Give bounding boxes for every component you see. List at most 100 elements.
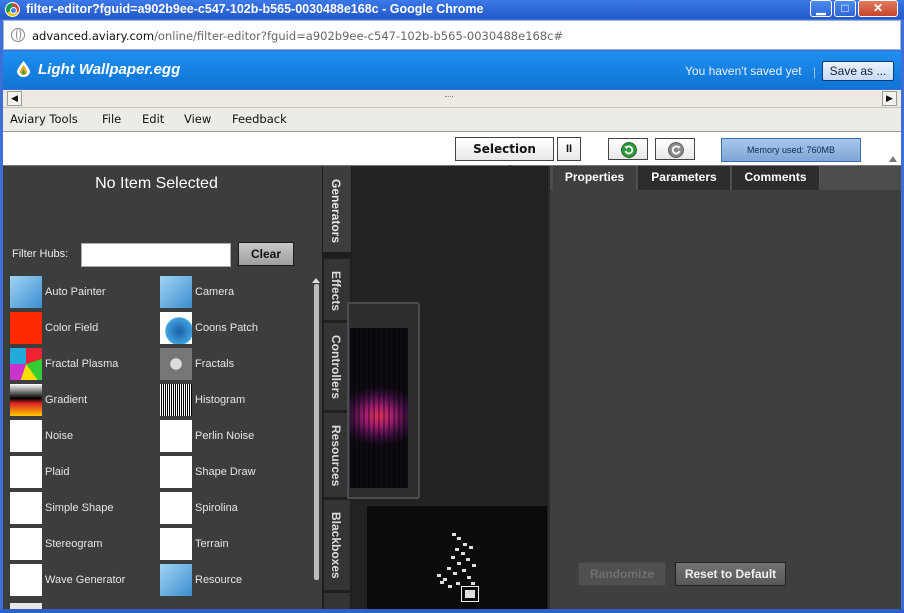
hub-library-panel: No Item Selected Filter Hubs: Clear Auto…: [3, 166, 322, 609]
resource-icon: [160, 564, 192, 596]
reset-to-default-button[interactable]: Reset to Default: [675, 562, 786, 586]
hub-label: Resource: [195, 574, 243, 586]
tab-generators-label: Generators: [329, 179, 343, 244]
hub-item[interactable]: Histogram: [160, 384, 310, 418]
hub-label: Plaid: [45, 466, 70, 478]
properties-tabs: Properties Parameters Comments: [550, 166, 901, 190]
maximize-button[interactable]: □: [834, 0, 856, 17]
color-field-icon: [10, 312, 42, 344]
minimize-button[interactable]: ▁: [810, 0, 832, 17]
tab-effects-label: Effects: [329, 271, 343, 312]
hub-label: Shape Draw: [195, 466, 256, 478]
hub-list-scrollbar[interactable]: [314, 284, 319, 580]
properties-panel: Properties Parameters Comments Randomize…: [548, 166, 901, 609]
hub-label: Fractals: [195, 358, 235, 370]
header-separator: |: [813, 65, 817, 79]
hub-item[interactable]: Noise: [10, 420, 160, 454]
viewport-frame[interactable]: [461, 586, 479, 602]
file-name: Light Wallpaper.egg: [38, 61, 181, 78]
hub-label: Gradient: [45, 394, 88, 406]
node-canvas[interactable]: [347, 166, 547, 609]
randomize-button[interactable]: Randomize: [578, 562, 666, 586]
scroll-left-icon[interactable]: ◀: [7, 91, 22, 106]
hub-item[interactable]: Shape Draw: [160, 456, 310, 490]
tab-generators[interactable]: Generators: [323, 166, 351, 252]
memory-usage-indicator: Memory used: 760MB: [721, 138, 861, 162]
hub-item[interactable]: Perlin Noise: [160, 420, 310, 454]
scroll-right-icon[interactable]: ▶: [882, 91, 897, 106]
app-header: Light Wallpaper.egg You haven't saved ye…: [3, 51, 901, 89]
green-refresh-icon: [621, 142, 637, 158]
selection-heading: No Item Selected: [95, 175, 218, 192]
hub-label: Coons Patch: [195, 322, 258, 334]
hub-label: Simple Shape: [45, 502, 114, 514]
scroll-up-icon[interactable]: [312, 278, 320, 283]
tab-blackboxes[interactable]: Blackboxes: [323, 499, 351, 591]
hub-label: Perlin Noise: [195, 430, 255, 442]
pause-button[interactable]: II: [557, 137, 581, 161]
hub-item[interactable]: Gradient: [10, 384, 160, 418]
hub-item[interactable]: Camera: [160, 276, 310, 310]
chrome-icon: [5, 2, 20, 17]
hub-item[interactable]: Auto Painter: [10, 276, 160, 310]
tab-more[interactable]: [323, 592, 351, 609]
url-text[interactable]: advanced.aviary.com/online/filter-editor…: [32, 29, 563, 43]
hub-item[interactable]: Spirolina: [160, 492, 310, 526]
hub-item[interactable]: Fractals: [160, 348, 310, 382]
gradient-icon: [10, 384, 42, 416]
hub-label: Auto Painter: [45, 286, 106, 298]
refresh-button[interactable]: [608, 138, 648, 160]
editor-main: No Item Selected Filter Hubs: Clear Auto…: [3, 166, 901, 609]
terrain-icon: [160, 528, 192, 560]
hub-label: Noise: [45, 430, 74, 442]
hub-label: Camera: [195, 286, 235, 298]
collapse-icon[interactable]: [889, 156, 897, 162]
hub-item[interactable]: Fractal Plasma: [10, 348, 160, 382]
clear-button[interactable]: Clear: [238, 242, 294, 266]
camera-icon: [160, 276, 192, 308]
hub-item[interactable]: Plaid: [10, 456, 160, 490]
canvas-navigator[interactable]: [367, 506, 547, 609]
url-path: /online/filter-editor?fguid=a902b9ee-c54…: [154, 29, 564, 43]
selection-only-button[interactable]: Selection Only: [455, 137, 554, 178]
tab-blackboxes-label: Blackboxes: [329, 512, 343, 579]
menu-file[interactable]: File: [102, 112, 121, 126]
gray-reload-icon: [668, 142, 684, 158]
window-title: filter-editor?fguid=a902b9ee-c547-102b-b…: [26, 2, 484, 16]
spirolina-icon: [160, 492, 192, 524]
tab-resources-label: Resources: [329, 425, 343, 487]
menu-feedback[interactable]: Feedback: [232, 112, 287, 126]
hub-item[interactable]: Simple Shape: [10, 492, 160, 526]
coons-patch-icon: [160, 312, 192, 344]
hub-label: Histogram: [195, 394, 246, 406]
scroll-thumb[interactable]: [445, 96, 453, 102]
fractal-plasma-icon: [10, 348, 42, 380]
filter-hubs-input[interactable]: [81, 243, 231, 267]
hub-item[interactable]: Terrain: [160, 528, 310, 562]
generator-node[interactable]: [347, 302, 420, 499]
horizontal-scrollbar[interactable]: ◀ ▶: [3, 90, 901, 108]
hub-item[interactable]: Stereogram: [10, 528, 160, 562]
histogram-icon: [160, 384, 192, 416]
hub-item[interactable]: Color Field: [10, 312, 160, 346]
tab-comments[interactable]: Comments: [732, 166, 820, 190]
reload-button[interactable]: [655, 138, 695, 160]
menu-aviary-tools[interactable]: Aviary Tools: [10, 112, 78, 126]
address-bar[interactable]: advanced.aviary.com/online/filter-editor…: [3, 20, 901, 50]
save-status: You haven't saved yet: [685, 64, 802, 78]
perlin-noise-icon: [160, 420, 192, 452]
auto-painter-icon: [10, 276, 42, 308]
tab-properties[interactable]: Properties: [553, 166, 637, 190]
hub-item[interactable]: Wave Generator: [10, 564, 160, 598]
menu-view[interactable]: View: [184, 112, 211, 126]
hub-item[interactable]: Resource: [160, 564, 310, 598]
globe-icon: [11, 28, 25, 42]
save-as-button[interactable]: Save as ...: [822, 61, 894, 81]
close-button[interactable]: ✕: [858, 0, 898, 17]
hub-item[interactable]: Coons Patch: [160, 312, 310, 346]
tab-parameters[interactable]: Parameters: [638, 166, 731, 190]
window-title-bar: filter-editor?fguid=a902b9ee-c547-102b-b…: [0, 0, 904, 19]
hub-label: Color Field: [45, 322, 99, 334]
filter-hubs-label: Filter Hubs:: [12, 248, 69, 260]
menu-edit[interactable]: Edit: [142, 112, 164, 126]
